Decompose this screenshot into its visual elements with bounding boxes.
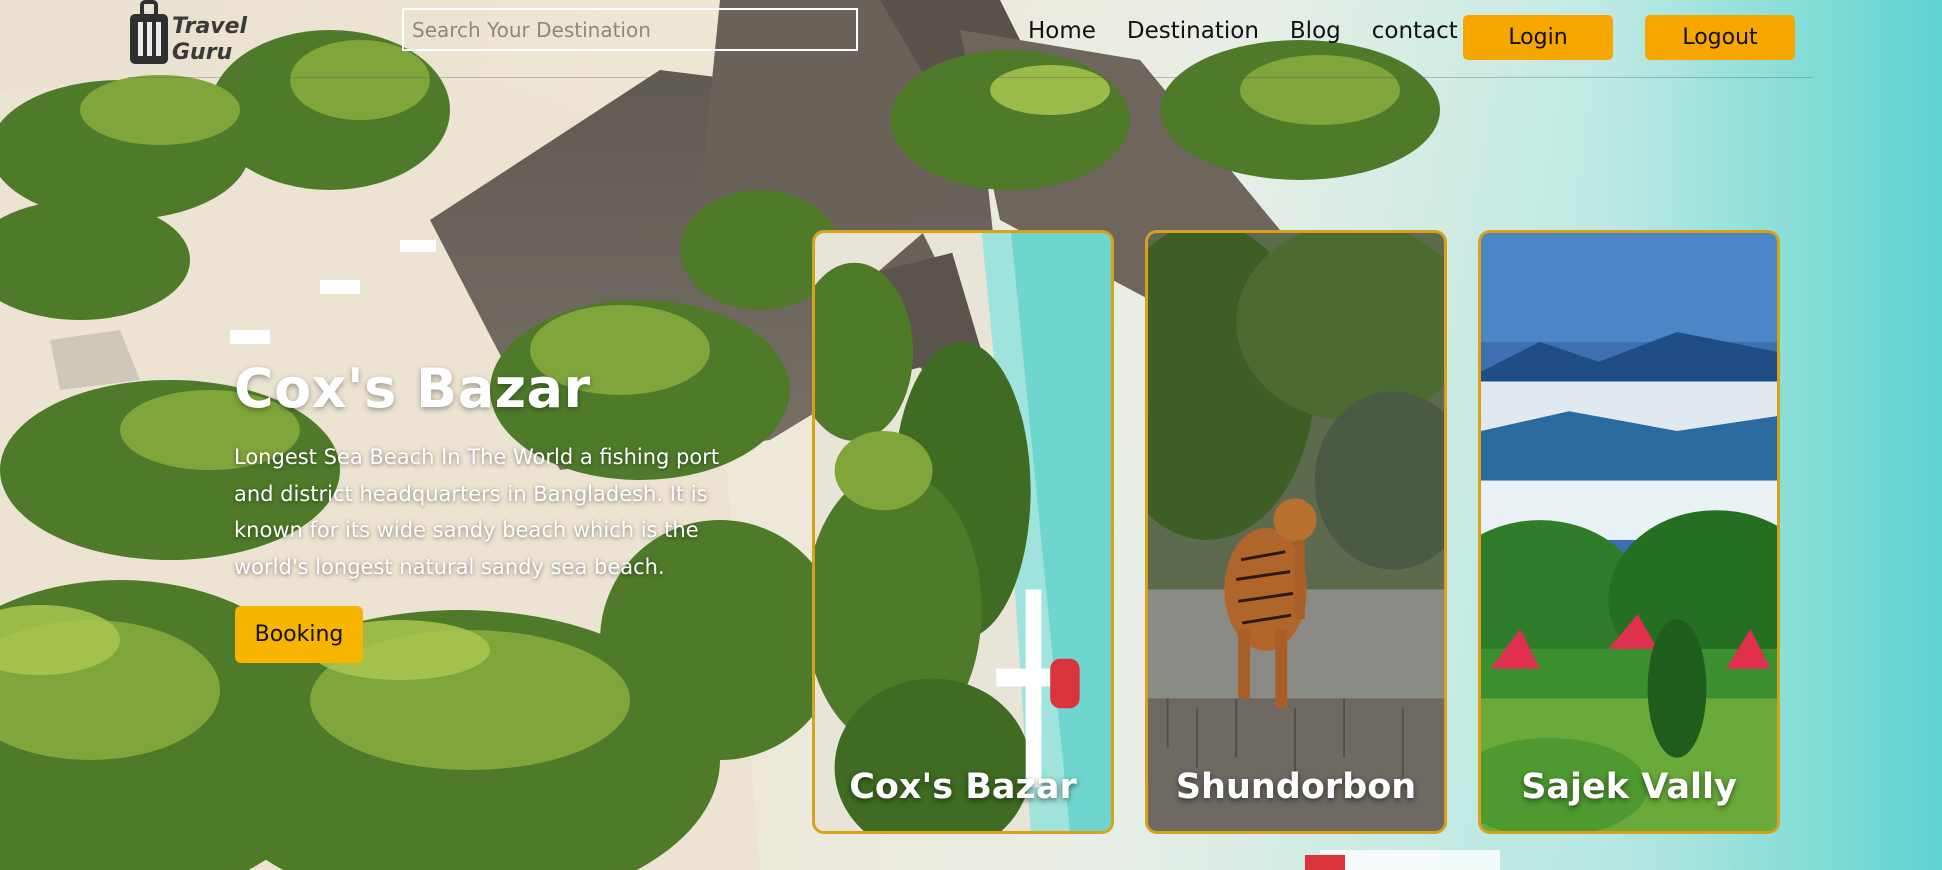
nav-contact-link[interactable]: contact — [1372, 18, 1458, 44]
sajek-vally-image — [1481, 233, 1777, 831]
search-input[interactable] — [402, 8, 858, 51]
nav-home-link[interactable]: Home — [1028, 18, 1096, 44]
nav-destination-link[interactable]: Destination — [1127, 18, 1259, 44]
hero-title: Cox's Bazar — [234, 357, 591, 420]
card-label-coxs-bazar: Cox's Bazar — [849, 767, 1077, 807]
card-label-shundorbon: Shundorbon — [1175, 767, 1417, 807]
nav-blog-link[interactable]: Blog — [1290, 18, 1341, 44]
card-label-sajek-vally: Sajek Vally — [1521, 767, 1737, 807]
shundorbon-tiger-image — [1148, 233, 1444, 831]
login-button[interactable]: Login — [1463, 15, 1613, 60]
destination-card-shundorbon[interactable]: Shundorbon — [1145, 230, 1447, 834]
main-nav: Home Destination Blog contact — [1028, 18, 1458, 44]
suitcase-icon — [130, 0, 168, 64]
logo-line-2: Guru — [172, 40, 233, 65]
coxs-bazar-image — [815, 233, 1111, 831]
logout-button[interactable]: Logout — [1645, 15, 1795, 60]
logo-text: Travel Guru — [172, 14, 247, 66]
logo-line-1: Travel — [172, 14, 248, 39]
destination-card-coxs-bazar[interactable]: Cox's Bazar — [812, 230, 1114, 834]
destination-card-sajek-vally[interactable]: Sajek Vally — [1478, 230, 1780, 834]
hero-description: Longest Sea Beach In The World a fishing… — [234, 445, 720, 579]
site-logo[interactable]: Travel Guru — [128, 0, 247, 70]
booking-button[interactable]: Booking — [235, 606, 363, 663]
top-navbar: Travel Guru Home Destination Blog contac… — [128, 0, 1812, 78]
